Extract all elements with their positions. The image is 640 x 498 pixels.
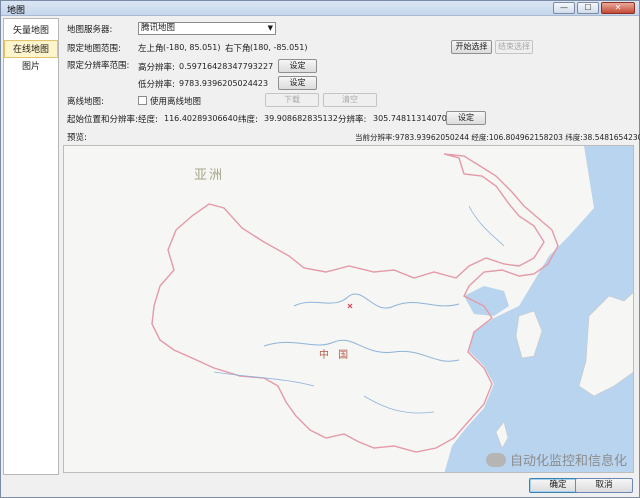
bohai-sea [464, 286, 509, 316]
start-select-button[interactable]: 开始选择 [451, 40, 492, 54]
resolution-range-label: 限定分辨率范围: [67, 61, 130, 71]
resolution-value-label: 分辨率: [338, 115, 367, 125]
map-type-nav: 矢量地图 在线地图 图片 [3, 18, 59, 475]
title-bar[interactable]: 地图 — ☐ ✕ [1, 1, 639, 16]
river-south [213, 371, 315, 387]
window-title: 地图 [7, 6, 26, 16]
set-high-res-button[interactable]: 设定 [278, 59, 317, 73]
server-select-value: 腾讯地图 [141, 23, 176, 33]
low-res-value: 9783.9396205024423 [179, 79, 269, 88]
wechat-icon [485, 452, 506, 467]
chevron-down-icon: ▼ [267, 24, 273, 32]
high-res-value: 0.59716428347793227 [179, 62, 274, 71]
map-dialog-window: 地图 — ☐ ✕ 矢量地图 在线地图 图片 地图服务器: 腾讯地图 ▼ 限定地图… [0, 0, 640, 498]
resolution-value: 305.74811314070 [373, 114, 447, 123]
watermark-text: 自动化监控和信息化 [509, 454, 627, 469]
set-low-res-button[interactable]: 设定 [278, 76, 317, 90]
heilong-river [468, 205, 505, 247]
offline-label: 离线地图: [67, 97, 104, 107]
bottom-right-value: (180, -85.051) [250, 43, 308, 52]
watermark: 自动化监控和信息化 [485, 450, 627, 469]
location-marker-icon [347, 303, 353, 309]
settings-panel: 地图服务器: 腾讯地图 ▼ 限定地图范围: 左上角 (-180, 85.051)… [61, 18, 640, 475]
nav-item-image[interactable]: 图片 [4, 58, 58, 76]
use-offline-checkbox[interactable] [138, 96, 147, 105]
preview-label: 预览: [67, 133, 87, 143]
china-label: 中 国 [319, 350, 352, 361]
yangtze-river [263, 339, 460, 362]
map-preview[interactable]: 亚洲 中 国 自动化监控和信息化 [63, 145, 634, 473]
low-res-label: 低分辨率: [138, 80, 175, 90]
server-select[interactable]: 腾讯地图 ▼ [138, 22, 276, 35]
asia-label: 亚洲 [194, 168, 225, 183]
map-canvas [151, 146, 633, 472]
cancel-button[interactable]: 取消 [575, 478, 633, 493]
download-button[interactable]: 下载 [265, 93, 319, 107]
start-position-label: 起始位置和分辨率: [67, 115, 138, 125]
latitude-label: 纬度: [238, 115, 258, 125]
longitude-label: 经度: [138, 115, 158, 125]
top-left-value: (-180, 85.051) [163, 43, 221, 52]
minimize-button[interactable]: — [553, 2, 575, 14]
set-start-position-button[interactable]: 设定 [446, 111, 486, 125]
nav-item-online-map[interactable]: 在线地图 [4, 40, 58, 58]
nav-item-vector-map[interactable]: 矢量地图 [4, 22, 58, 40]
clear-button[interactable]: 清空 [323, 93, 377, 107]
top-left-label: 左上角 [138, 44, 164, 54]
latitude-value: 39.908682835132 [264, 114, 338, 123]
yellow-river [293, 293, 460, 309]
high-res-label: 高分辨率: [138, 63, 175, 73]
longitude-value: 116.40289306640 [164, 114, 238, 123]
map-status-text: 当前分辨率:9783.93962050244 经度:106.8049621582… [355, 133, 640, 142]
server-label: 地图服务器: [67, 25, 113, 35]
window-controls: — ☐ ✕ [553, 2, 635, 14]
use-offline-label: 使用离线地图 [150, 97, 202, 107]
end-select-button[interactable]: 结束选择 [495, 40, 533, 54]
range-label: 限定地图范围: [67, 44, 121, 54]
maximize-button[interactable]: ☐ [577, 2, 599, 14]
bottom-right-label: 右下角 [225, 44, 251, 54]
pearl-river [363, 395, 435, 414]
close-button[interactable]: ✕ [601, 2, 635, 14]
